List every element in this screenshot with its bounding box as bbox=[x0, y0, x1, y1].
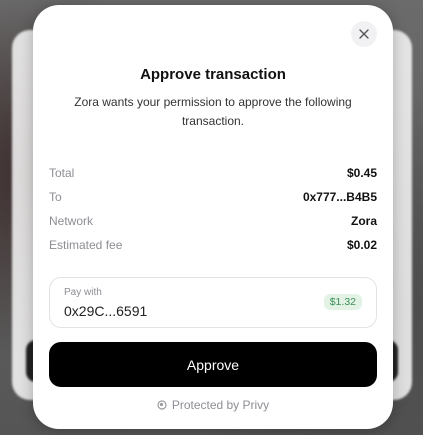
close-button[interactable] bbox=[351, 21, 377, 47]
balance-badge: $1.32 bbox=[323, 294, 362, 310]
detail-row-network: Network Zora bbox=[49, 209, 377, 233]
detail-label: Network bbox=[49, 214, 94, 228]
detail-label: Total bbox=[49, 166, 75, 180]
detail-label: To bbox=[49, 190, 62, 204]
detail-row-to: To 0x777...B4B5 bbox=[49, 185, 377, 209]
detail-row-total: Total $0.45 bbox=[49, 161, 377, 185]
pay-with-label: Pay with bbox=[64, 287, 102, 298]
approve-transaction-modal: Approve transaction Zora wants your perm… bbox=[33, 5, 393, 429]
modal-subtitle: Zora wants your permission to approve th… bbox=[74, 95, 352, 128]
approve-button[interactable]: Approve bbox=[49, 342, 377, 387]
pay-with-wallet-selector[interactable]: Pay with 0x29C...6591 $1.32 bbox=[49, 277, 377, 328]
detail-row-estimated-fee: Estimated fee $0.02 bbox=[49, 233, 377, 257]
protected-by-footer: Protected by Privy bbox=[33, 398, 393, 412]
detail-value: 0x777...B4B5 bbox=[302, 190, 377, 204]
transaction-details: Total $0.45 To 0x777...B4B5 Network Zora… bbox=[49, 161, 377, 257]
privy-icon bbox=[157, 400, 167, 410]
detail-value: $0.02 bbox=[346, 238, 377, 252]
detail-value: Zora bbox=[350, 214, 377, 228]
wallet-address: 0x29C...6591 bbox=[64, 303, 148, 319]
detail-value: $0.45 bbox=[346, 166, 377, 180]
protected-by-text: Protected by Privy bbox=[171, 398, 270, 412]
close-icon bbox=[359, 29, 369, 39]
detail-label: Estimated fee bbox=[49, 238, 123, 252]
modal-title: Approve transaction bbox=[140, 66, 286, 83]
